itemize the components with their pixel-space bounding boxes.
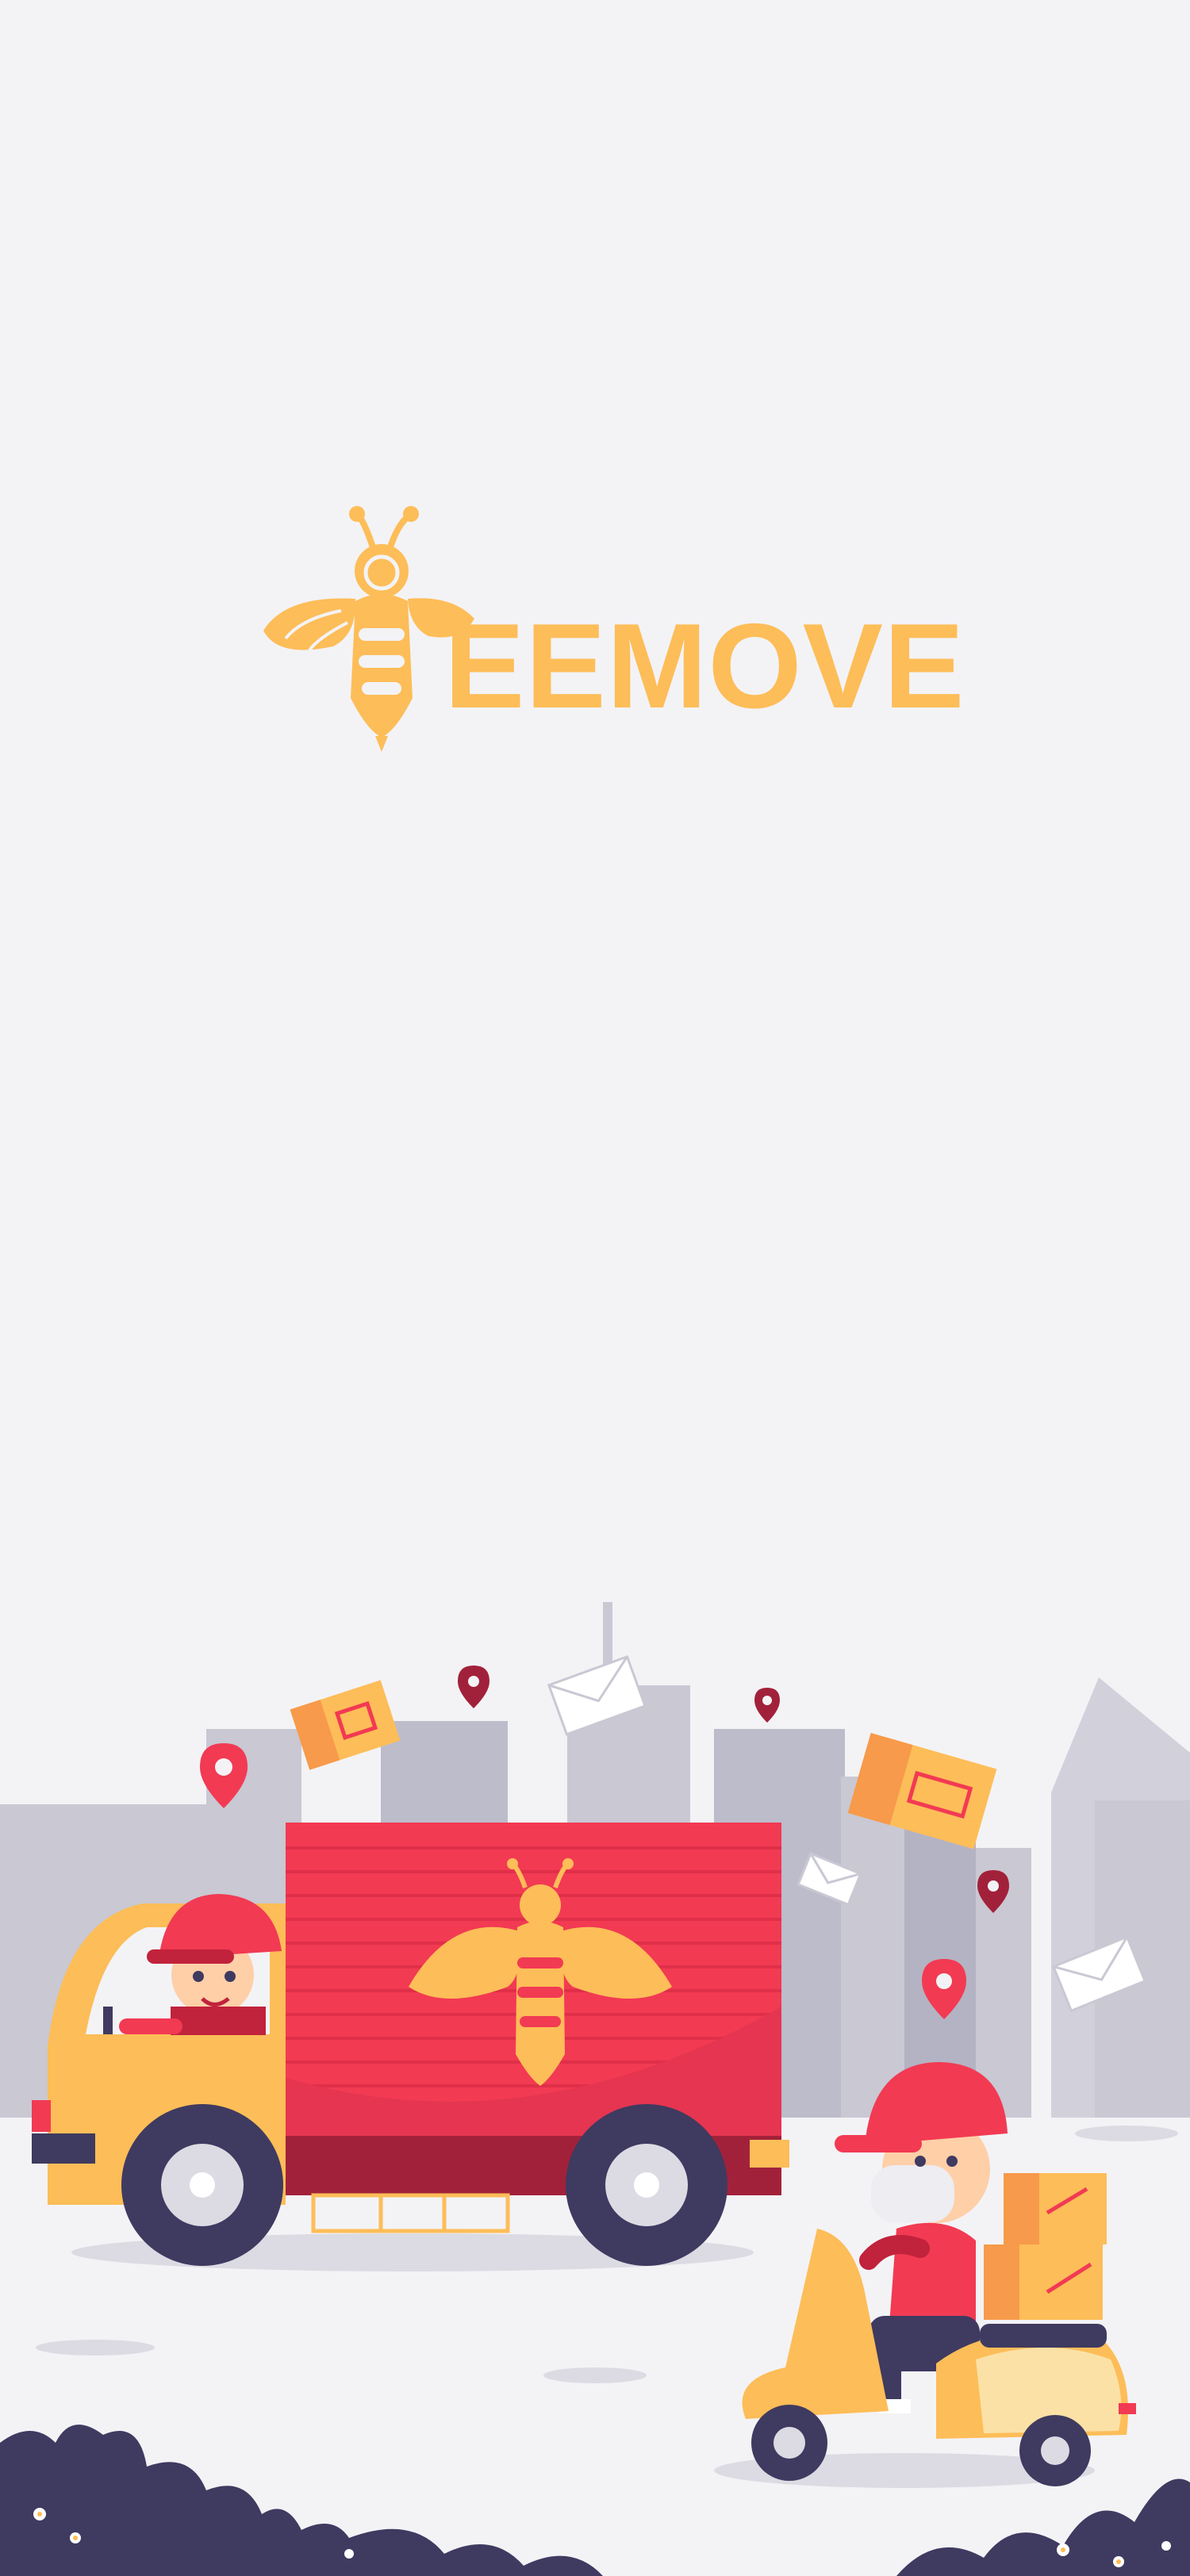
delivery-illustration <box>0 1578 1190 2576</box>
location-pin-icon <box>754 1688 780 1723</box>
app-logo: EEMOVE <box>254 500 964 753</box>
location-pin-icon <box>458 1666 489 1708</box>
logo-wordmark: EEMOVE <box>444 599 965 734</box>
